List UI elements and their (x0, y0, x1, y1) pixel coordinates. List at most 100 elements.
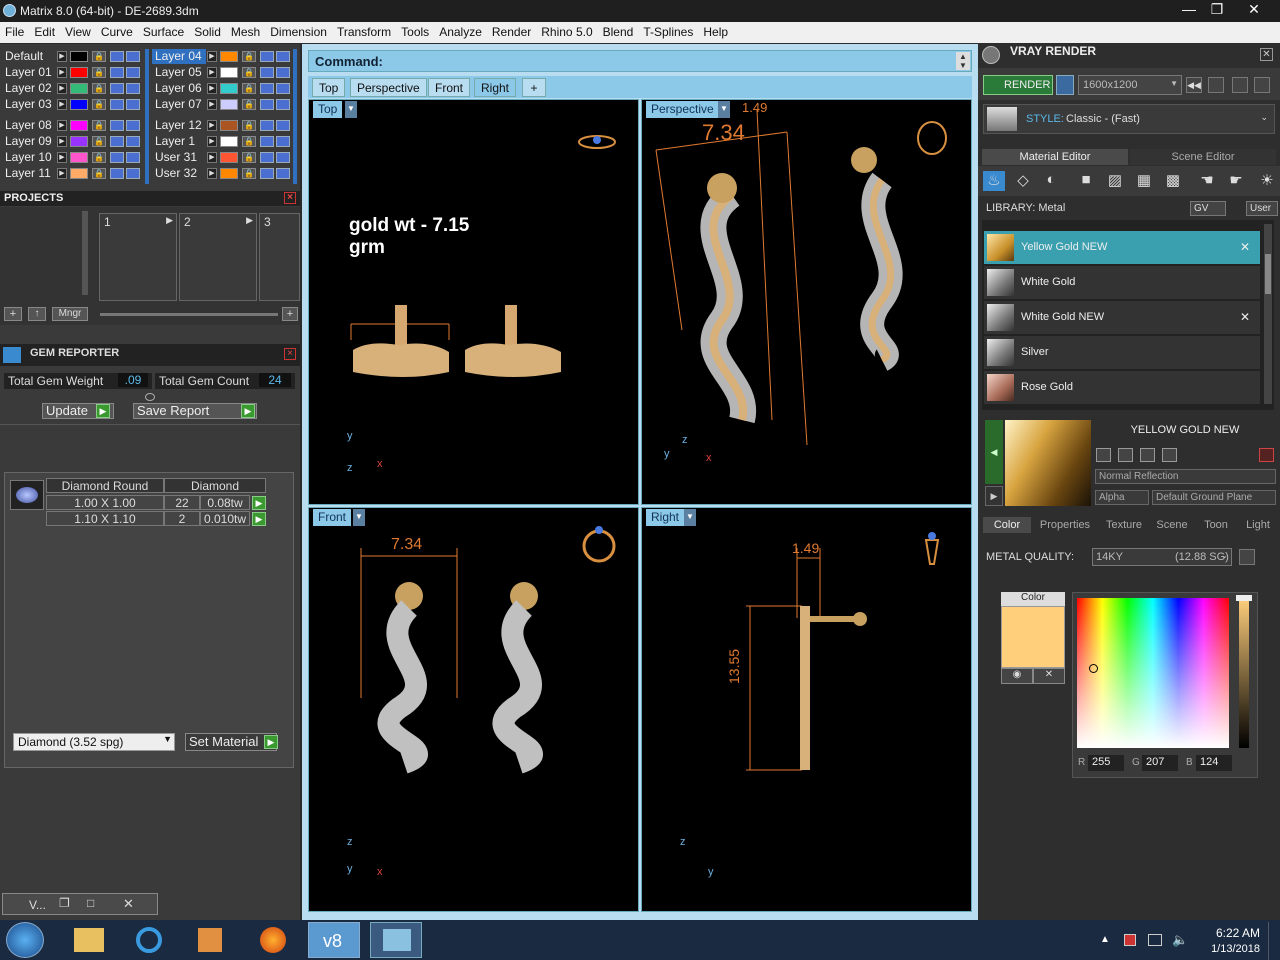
project-slot-2[interactable]: 2 ▶ (179, 213, 257, 301)
layer-name[interactable]: Layer 03 (2, 97, 56, 112)
layer-color-swatch[interactable] (220, 67, 238, 78)
maximize-button[interactable]: ❐ (1203, 0, 1231, 20)
action-center-icon[interactable] (1124, 934, 1136, 946)
layer-lock-icon[interactable]: 🔒 (92, 99, 106, 110)
layer-expand-icon[interactable]: ▶ (57, 136, 67, 147)
layer-color-swatch[interactable] (220, 168, 238, 179)
layer-color-swatch[interactable] (70, 152, 88, 163)
clear-color-icon[interactable]: ✕ (1033, 668, 1065, 684)
minimize-button[interactable]: — (1175, 0, 1203, 20)
layer-color-swatch[interactable] (220, 83, 238, 94)
metal-quality-settings-icon[interactable] (1239, 549, 1255, 565)
layer-name[interactable]: Layer 12 (152, 118, 206, 133)
menu-mesh[interactable]: Mesh (226, 22, 265, 39)
manager-button[interactable]: Mngr (52, 307, 88, 321)
layer-name[interactable]: Layer 07 (152, 97, 206, 112)
layer-print-icon[interactable] (276, 136, 290, 147)
layer-lock-icon[interactable]: 🔒 (242, 99, 256, 110)
viewport-right[interactable]: Right ▼ 1.49 13.55 z y (641, 507, 972, 912)
delete-icon[interactable]: ✕ (1240, 310, 1250, 324)
layer-visibility-icon[interactable] (260, 51, 274, 62)
r-value[interactable]: 255 (1088, 755, 1124, 771)
gem-reporter-close-icon[interactable]: × (284, 348, 296, 360)
layer-print-icon[interactable] (276, 120, 290, 131)
layer-print-icon[interactable] (126, 152, 140, 163)
sphere-icon[interactable]: ◐ (1040, 171, 1062, 191)
layer-row[interactable]: Layer 01 ▶ 🔒 (2, 65, 142, 80)
tab-texture[interactable]: Texture (1099, 517, 1149, 533)
layer-lock-icon[interactable]: 🔒 (242, 51, 256, 62)
reset-material-icon[interactable] (1259, 448, 1274, 462)
projects-slider[interactable] (82, 211, 88, 295)
taskbar-internet-explorer[interactable] (124, 922, 176, 958)
layer-name[interactable]: Layer 06 (152, 81, 206, 96)
project-slot-3[interactable]: 3 (259, 213, 300, 301)
layer-row[interactable]: User 31 ▶ 🔒 (152, 150, 292, 165)
clock-date[interactable]: 1/13/2018 (1196, 943, 1260, 955)
taskbar-image-viewer[interactable] (370, 922, 422, 958)
layer-visibility-icon[interactable] (260, 120, 274, 131)
layer-color-swatch[interactable] (220, 99, 238, 110)
layer-row[interactable]: Layer 06 ▶ 🔒 (152, 81, 292, 96)
layer-visibility-icon[interactable] (110, 99, 124, 110)
light-bulb-icon[interactable]: ☀ (1256, 171, 1278, 191)
layer-print-icon[interactable] (126, 83, 140, 94)
layer-name[interactable]: Layer 11 (2, 166, 56, 181)
layer-lock-icon[interactable]: 🔒 (242, 83, 256, 94)
metal-icon[interactable]: ♨ (983, 171, 1005, 191)
project-arrow-icon[interactable]: ▶ (166, 215, 173, 226)
layer-print-icon[interactable] (276, 51, 290, 62)
tab-color[interactable]: Color (983, 517, 1031, 533)
layer-expand-icon[interactable]: ▶ (207, 51, 217, 62)
layer-print-icon[interactable] (276, 67, 290, 78)
layer-color-swatch[interactable] (220, 136, 238, 147)
layer-row[interactable]: Layer 11 ▶ 🔒 (2, 166, 142, 181)
layer-print-icon[interactable] (126, 168, 140, 179)
material-item-yellow-gold-new[interactable]: Yellow Gold NEW ✕ (984, 231, 1260, 264)
viewport-top[interactable]: Top ▼ gold wt - 7.15 grm y z x (308, 99, 639, 505)
maximize-icon[interactable]: □ (87, 896, 94, 910)
save-material-icon[interactable] (1096, 448, 1111, 462)
layer-visibility-icon[interactable] (260, 136, 274, 147)
grid-view-icon[interactable] (1254, 77, 1270, 93)
layer-visibility-icon[interactable] (110, 136, 124, 147)
layer-lock-icon[interactable]: 🔒 (242, 152, 256, 163)
menu-dimension[interactable]: Dimension (265, 22, 332, 39)
layer-scroll-right[interactable] (293, 49, 297, 184)
clock-time[interactable]: 6:22 AM (1200, 926, 1260, 940)
layer-visibility-icon[interactable] (110, 120, 124, 131)
layer-visibility-icon[interactable] (110, 51, 124, 62)
layer-row[interactable]: Layer 08 ▶ 🔒 (2, 118, 142, 133)
layer-color-swatch[interactable] (70, 168, 88, 179)
menu-analyze[interactable]: Analyze (434, 22, 487, 39)
tab-front[interactable]: Front (428, 78, 471, 97)
layer-print-icon[interactable] (126, 51, 140, 62)
material-item-white-gold-new[interactable]: White Gold NEW ✕ (984, 301, 1260, 334)
layer-visibility-icon[interactable] (110, 168, 124, 179)
texture-icon[interactable]: ▨ (1104, 171, 1126, 191)
layer-lock-icon[interactable]: 🔒 (92, 51, 106, 62)
layer-name[interactable]: Layer 04 (152, 49, 206, 64)
layer-color-swatch[interactable] (70, 136, 88, 147)
import-material-icon[interactable] (1140, 448, 1155, 462)
viewport-perspective[interactable]: Perspective ▼ 7.34 1.49 z y x (641, 99, 972, 505)
add-project-icon[interactable]: + (4, 307, 22, 321)
history-back-icon[interactable]: ◀◀ (1186, 77, 1202, 93)
layer-lock-icon[interactable]: 🔒 (242, 136, 256, 147)
taskbar-explorer[interactable] (64, 922, 116, 958)
layer-name[interactable]: Layer 09 (2, 134, 56, 149)
layer-print-icon[interactable] (126, 99, 140, 110)
layer-color-swatch[interactable] (220, 120, 238, 131)
layer-print-icon[interactable] (126, 67, 140, 78)
layer-lock-icon[interactable]: 🔒 (92, 152, 106, 163)
checker-icon[interactable]: ▩ (1162, 171, 1184, 191)
taskbar-firefox[interactable] (248, 922, 300, 958)
layer-row[interactable]: Default ▶ 🔒 (2, 49, 142, 64)
layer-color-swatch[interactable] (70, 99, 88, 110)
brightness-handle[interactable] (1236, 595, 1252, 601)
viewport-front[interactable]: Front ▼ 7.34 z y x (308, 507, 639, 912)
ground-plane-select[interactable]: Default Ground Plane (1152, 490, 1276, 505)
layer-lock-icon[interactable]: 🔒 (242, 168, 256, 179)
user-toggle[interactable]: User (1246, 201, 1278, 216)
layer-visibility-icon[interactable] (260, 152, 274, 163)
